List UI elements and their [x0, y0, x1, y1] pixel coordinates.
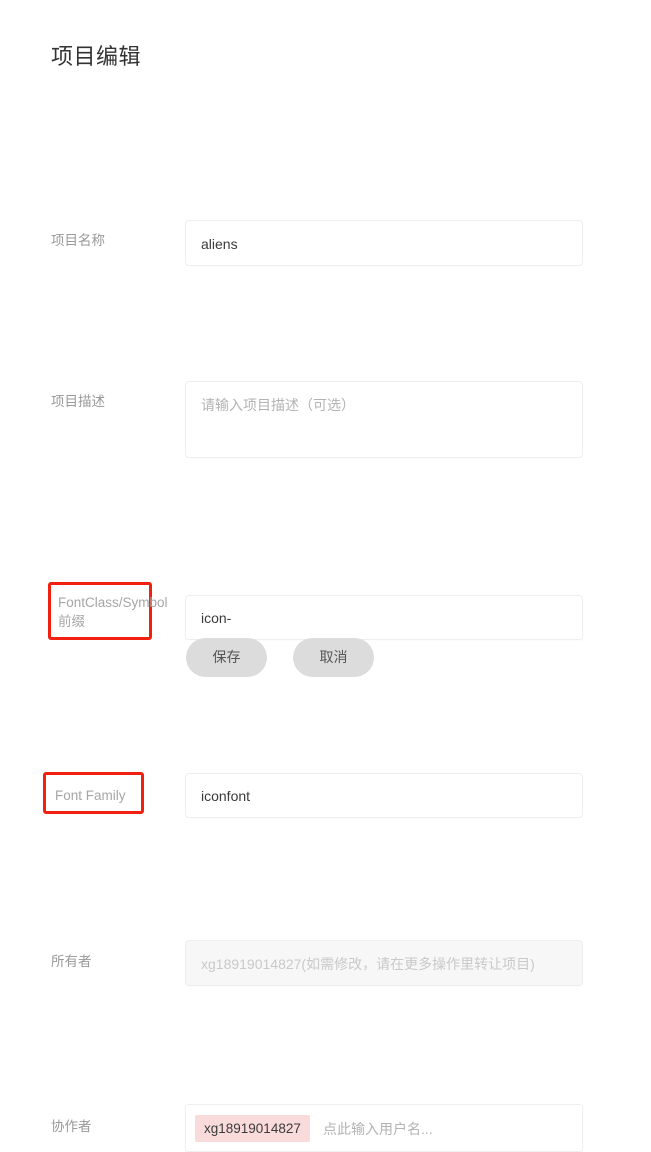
form-row-project-name: 项目名称 aliens [0, 110, 651, 266]
fontclass-prefix-value: icon- [201, 610, 232, 626]
form-action-bar: 保存 取消 [0, 638, 651, 680]
form-row-owner: 所有者 xg18919014827(如需修改，请在更多操作里转让项目) [0, 470, 651, 986]
save-button[interactable]: 保存 [186, 638, 267, 677]
form-row-font-family: Font Family iconfont [0, 386, 651, 818]
page-title: 项目编辑 [51, 44, 142, 69]
cancel-button[interactable]: 取消 [293, 638, 374, 677]
collaborators-input[interactable]: xg18919014827 点此输入用户名... [185, 1104, 583, 1152]
font-family-value: iconfont [201, 788, 251, 804]
label-collaborators: 协作者 [51, 1119, 92, 1134]
form-row-collaborators: 协作者 xg18919014827 点此输入用户名... [0, 552, 651, 1152]
collaborators-placeholder: 点此输入用户名... [323, 1121, 433, 1137]
label-font-family: Font Family [43, 772, 144, 814]
project-edit-page: 项目编辑 项目名称 aliens 项目描述 请输入项目描述（可选） FontCl… [0, 0, 651, 1152]
font-family-input[interactable]: iconfont [185, 773, 583, 818]
collaborator-tag[interactable]: xg18919014827 [195, 1115, 310, 1142]
owner-placeholder: xg18919014827(如需修改，请在更多操作里转让项目) [201, 956, 535, 972]
label-owner: 所有者 [51, 954, 92, 969]
form-row-project-description: 项目描述 请输入项目描述（可选） [0, 190, 651, 458]
form-row-fontclass-prefix: FontClass/Symbol 前缀 icon- [0, 290, 651, 640]
owner-input: xg18919014827(如需修改，请在更多操作里转让项目) [185, 940, 583, 986]
